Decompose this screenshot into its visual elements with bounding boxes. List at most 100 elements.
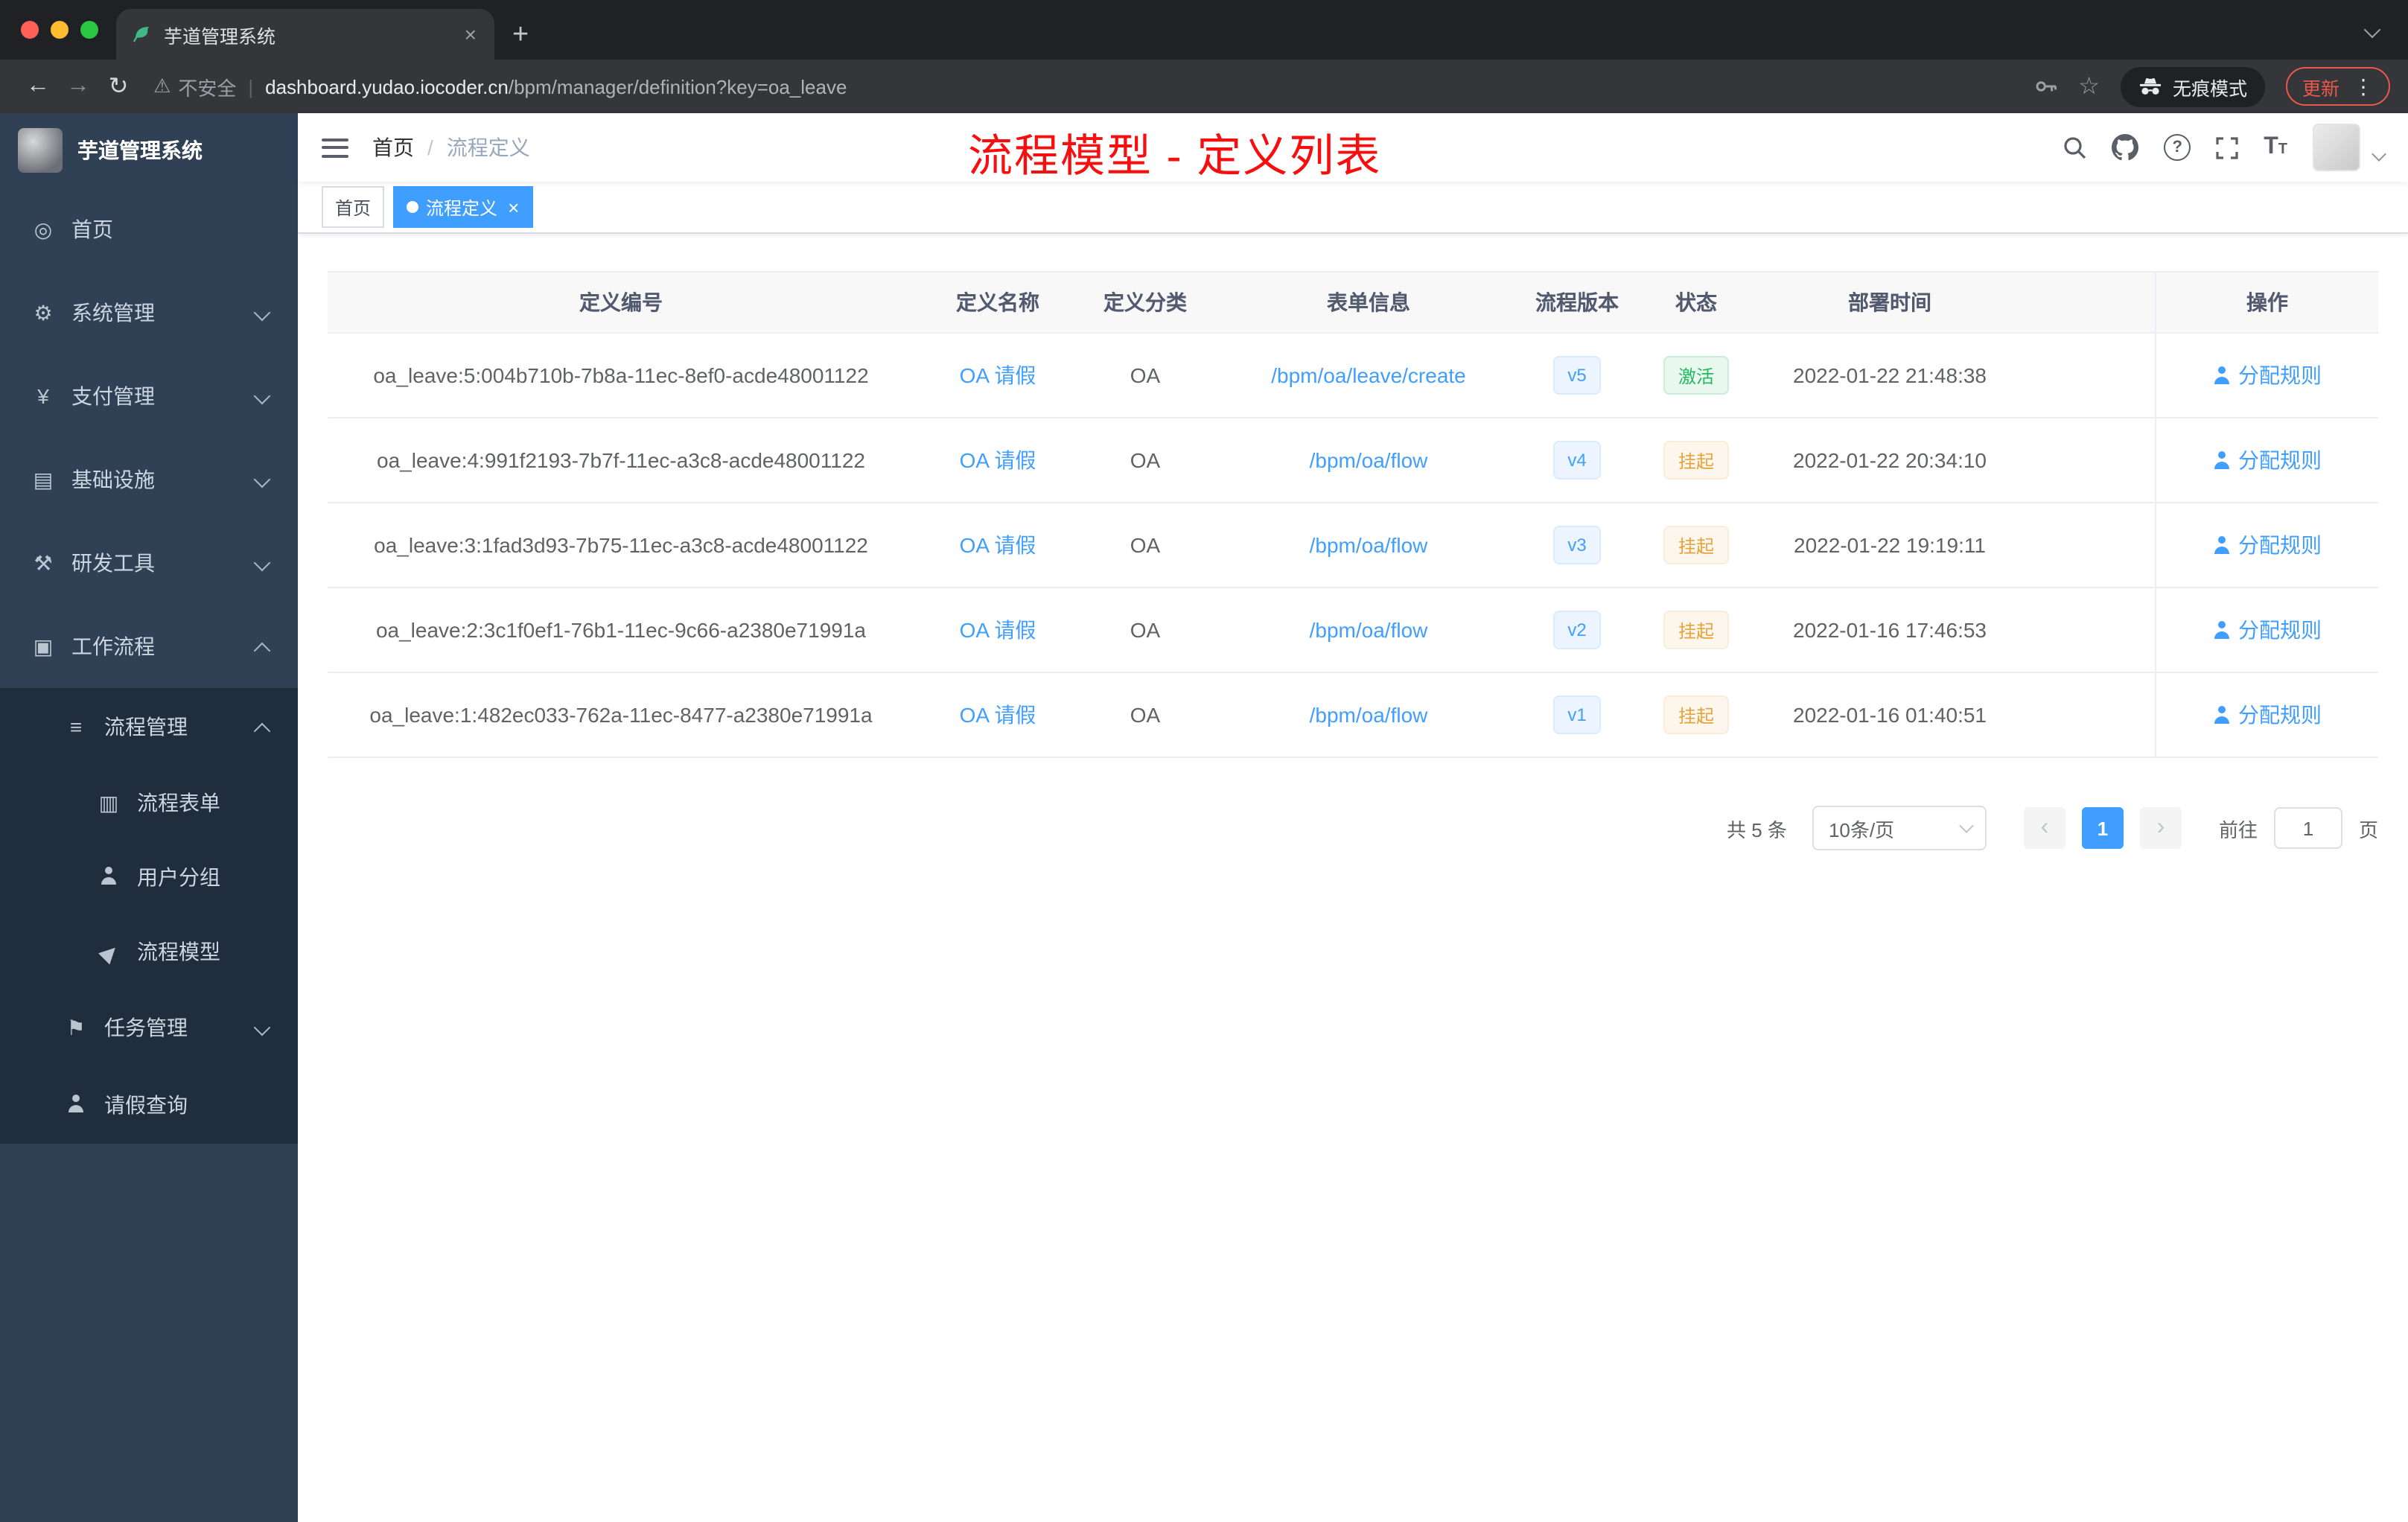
cell-actions: 分配规则 <box>2155 503 2378 587</box>
user-avatar[interactable] <box>2313 124 2360 171</box>
cell-actions: 分配规则 <box>2155 418 2378 502</box>
column-header-spacer <box>2013 273 2155 332</box>
chevron-up-icon <box>253 722 271 740</box>
cell-form-info: /bpm/oa/flow <box>1209 588 1528 672</box>
password-key-icon[interactable] <box>2033 74 2057 98</box>
cell-deploy-time: 2022-01-16 17:46:53 <box>1793 618 1987 642</box>
sidebar-item-home[interactable]: ◎ 首页 <box>0 188 298 271</box>
app-frame: 芋道管理系统 ◎ 首页 ⚙ 系统管理 ¥ 支付管理 ▤ 基础设施 ⚒ 研发工具 … <box>0 113 2408 1522</box>
tag-close-icon[interactable]: × <box>508 196 519 218</box>
definition-name-link[interactable]: OA 请假 <box>960 445 1036 475</box>
column-header-actions: 操作 <box>2155 273 2378 332</box>
sidebar-item-label: 流程管理 <box>104 715 188 739</box>
bookmark-star-icon[interactable]: ☆ <box>2078 71 2100 101</box>
status-badge: 挂起 <box>1663 695 1729 734</box>
avatar-dropdown-icon[interactable] <box>2372 147 2386 162</box>
form-link[interactable]: /bpm/oa/flow <box>1310 533 1428 557</box>
minimize-window-button[interactable] <box>51 21 69 39</box>
tag-process-definition[interactable]: 流程定义 × <box>393 186 533 228</box>
sidebar-item-system-mgmt[interactable]: ⚙ 系统管理 <box>0 271 298 354</box>
sidebar-item-payment-mgmt[interactable]: ¥ 支付管理 <box>0 354 298 438</box>
sidebar-item-user-group[interactable]: 用户分组 <box>0 840 298 914</box>
goto-page-input[interactable] <box>2273 807 2342 849</box>
prev-page-button[interactable]: ‹ <box>2023 807 2065 849</box>
breadcrumb-current: 流程定义 <box>446 136 530 159</box>
assign-rule-link[interactable]: 分配规则 <box>2238 700 2322 730</box>
gear-icon: ⚙ <box>34 300 53 324</box>
form-link[interactable]: /bpm/oa/flow <box>1310 618 1428 642</box>
incognito-icon <box>2139 77 2161 95</box>
column-header-version: 流程版本 <box>1535 290 1619 314</box>
reload-button[interactable]: ↻ <box>98 71 138 101</box>
sidebar-item-workflow[interactable]: ▣ 工作流程 <box>0 605 298 688</box>
assign-rule-link[interactable]: 分配规则 <box>2238 360 2322 390</box>
close-window-button[interactable] <box>21 21 39 39</box>
form-link[interactable]: /bpm/oa/leave/create <box>1271 363 1466 387</box>
browser-menu-icon[interactable]: ⋮ <box>2353 74 2374 99</box>
font-size-icon[interactable]: TT <box>2264 134 2287 161</box>
chevron-down-icon <box>253 471 271 488</box>
cell-status: 挂起 <box>1626 673 1766 757</box>
cell-version: v2 <box>1528 588 1626 672</box>
sidebar-item-process-mgmt[interactable]: ≡ 流程管理 <box>0 688 298 765</box>
search-icon[interactable] <box>2063 136 2086 159</box>
flag-icon: ⚑ <box>66 1015 86 1039</box>
sidebar-item-process-model[interactable]: ▶ 流程模型 <box>0 914 298 989</box>
chevron-down-icon <box>253 554 271 572</box>
assign-rule-link[interactable]: 分配规则 <box>2238 615 2322 645</box>
chevron-up-icon <box>253 642 271 660</box>
page-size-select[interactable]: 10条/页 <box>1812 806 1987 850</box>
cell-actions: 分配规则 <box>2155 588 2378 672</box>
breadcrumb-home[interactable]: 首页 <box>372 133 414 162</box>
definition-name-link[interactable]: OA 请假 <box>960 700 1036 730</box>
sidebar-item-task-mgmt[interactable]: ⚑ 任务管理 <box>0 989 298 1066</box>
security-status[interactable]: ⚠ 不安全 <box>153 72 236 101</box>
assign-rule-link[interactable]: 分配规则 <box>2238 530 2322 560</box>
cell-definition-id: oa_leave:5:004b710b-7b8a-11ec-8ef0-acde4… <box>373 363 869 387</box>
github-icon[interactable] <box>2112 134 2139 161</box>
next-page-button[interactable]: › <box>2139 807 2182 849</box>
definition-name-link[interactable]: OA 请假 <box>960 360 1036 390</box>
update-label[interactable]: 更新 <box>2302 72 2339 101</box>
new-tab-button[interactable]: + <box>512 21 529 49</box>
cell-form-info: /bpm/oa/flow <box>1209 673 1528 757</box>
document-icon: ▥ <box>98 790 119 814</box>
definition-name-link[interactable]: OA 请假 <box>960 530 1036 560</box>
current-page-button[interactable]: 1 <box>2081 807 2124 849</box>
form-link[interactable]: /bpm/oa/flow <box>1310 703 1428 727</box>
browser-tab-strip: 芋道管理系统 × + <box>0 0 2408 60</box>
assign-rule-link[interactable]: 分配规则 <box>2238 445 2322 475</box>
cell-version: v1 <box>1528 673 1626 757</box>
forward-button[interactable]: → <box>58 73 98 100</box>
form-link[interactable]: /bpm/oa/flow <box>1310 448 1428 472</box>
page-content: 定义编号 定义名称 定义分类 表单信息 流程版本 状态 部署时间 操作 oa_l… <box>298 234 2408 1522</box>
column-header-time: 部署时间 <box>1848 290 1931 314</box>
cell-definition-name: OA 请假 <box>914 588 1081 672</box>
cell-deploy-time: 2022-01-22 19:19:11 <box>1794 533 1986 557</box>
goto-unit: 页 <box>2358 818 2378 841</box>
tag-home[interactable]: 首页 <box>322 186 385 228</box>
sidebar-item-devtools[interactable]: ⚒ 研发工具 <box>0 521 298 605</box>
status-badge: 挂起 <box>1663 526 1729 564</box>
logo-avatar <box>18 128 63 173</box>
tab-search-chevron-icon[interactable] <box>2363 21 2381 39</box>
version-badge: v4 <box>1552 441 1602 480</box>
cell-status: 挂起 <box>1626 588 1766 672</box>
definition-name-link[interactable]: OA 请假 <box>960 615 1036 645</box>
cell-status: 挂起 <box>1626 418 1766 502</box>
maximize-window-button[interactable] <box>80 21 98 39</box>
sidebar-collapse-button[interactable] <box>322 138 348 157</box>
browser-update-button[interactable]: 更新 ⋮ <box>2285 67 2390 106</box>
chevron-down-icon <box>253 387 271 405</box>
sidebar-item-infrastructure[interactable]: ▤ 基础设施 <box>0 438 298 521</box>
back-button[interactable]: ← <box>18 73 58 100</box>
browser-tab[interactable]: 芋道管理系统 × <box>116 9 494 60</box>
sidebar-item-process-form[interactable]: ▥ 流程表单 <box>0 765 298 840</box>
cell-definition-id: oa_leave:2:3c1f0ef1-76b1-11ec-9c66-a2380… <box>375 618 866 642</box>
fullscreen-icon[interactable] <box>2216 136 2238 159</box>
chevron-down-icon <box>1959 818 1974 833</box>
close-tab-icon[interactable]: × <box>462 22 480 46</box>
help-icon[interactable]: ? <box>2164 134 2191 161</box>
sidebar-item-leave-query[interactable]: 请假查询 <box>0 1066 298 1144</box>
address-bar[interactable]: ⚠ 不安全 | dashboard.yudao.iocoder.cn/bpm/m… <box>153 72 2019 101</box>
